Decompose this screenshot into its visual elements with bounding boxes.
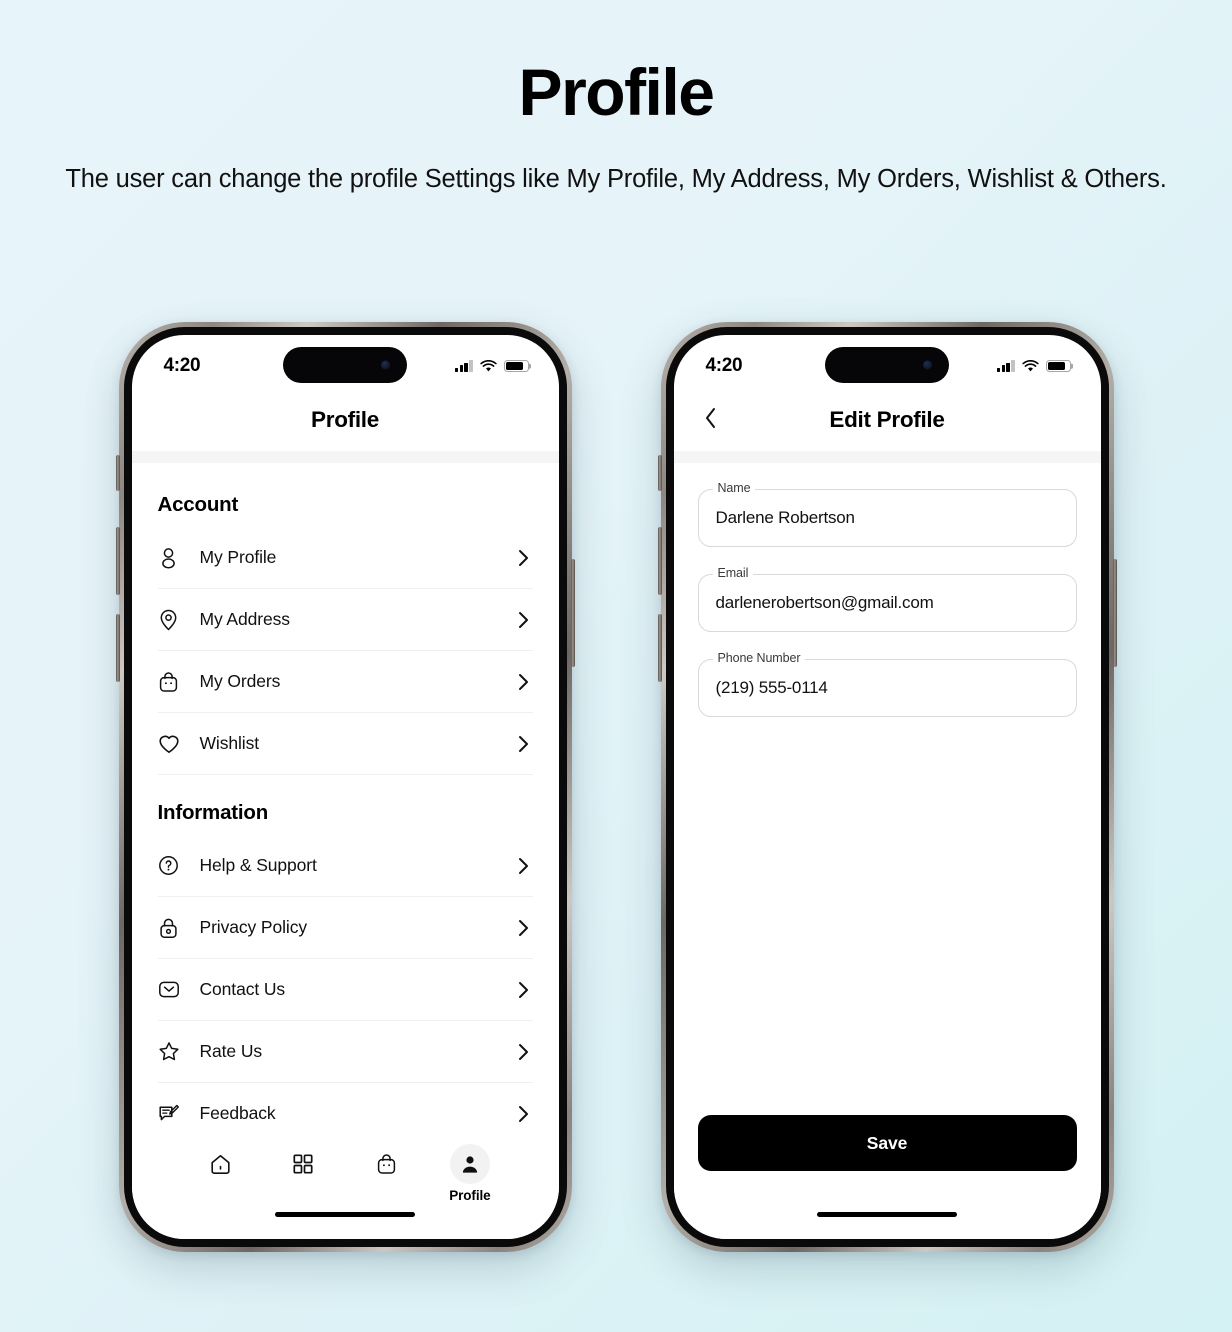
mute-switch[interactable] (115, 455, 120, 491)
power-button[interactable] (570, 559, 575, 667)
device-profile-screen: 4:20 Profile Account My Profile My Addre… (115, 322, 575, 1252)
settings-row-my-orders[interactable]: My Orders (157, 651, 533, 713)
volume-up-button[interactable] (115, 527, 120, 595)
settings-row-label: Privacy Policy (199, 917, 308, 937)
power-button[interactable] (1112, 559, 1117, 667)
settings-row-label: My Address (199, 609, 291, 629)
header-divider (131, 451, 559, 463)
home-indicator[interactable] (275, 1211, 415, 1217)
status-indicators (454, 359, 529, 373)
chevron-left-icon (704, 407, 717, 434)
categories-grid-icon (283, 1144, 323, 1184)
chevron-right-icon (515, 1043, 533, 1061)
settings-row-label: My Orders (199, 671, 281, 691)
tab-categories[interactable] (262, 1144, 345, 1188)
status-time: 4:20 (163, 355, 201, 376)
tab-cart[interactable] (345, 1144, 428, 1188)
save-button[interactable]: Save (697, 1115, 1077, 1171)
location-pin-icon (158, 609, 188, 631)
status-bar: 4:20 (132, 335, 559, 389)
name-field[interactable]: Name Darlene Robertson (697, 482, 1077, 547)
device-edit-profile-screen: 4:20 Edit Profile Name Darlene Robertson… (657, 322, 1117, 1252)
settings-row-label: Wishlist (199, 733, 260, 753)
chevron-right-icon (515, 611, 533, 629)
settings-row-rate-us[interactable]: Rate Us (157, 1021, 533, 1083)
settings-row-label: Rate Us (199, 1041, 263, 1061)
tab-profile[interactable]: Profile (428, 1144, 511, 1203)
status-bar: 4:20 (674, 335, 1101, 389)
page-header: Profile The user can change the profile … (0, 0, 1232, 201)
battery-icon (503, 359, 529, 373)
phone-number-field-value: (219) 555-0114 (715, 678, 828, 697)
wifi-icon (1021, 359, 1039, 371)
question-circle-icon (158, 855, 188, 876)
dynamic-island (825, 347, 949, 383)
section-heading-account: Account (157, 493, 239, 516)
chevron-right-icon (515, 981, 533, 999)
heart-icon (158, 733, 188, 755)
signal-bars-icon (454, 360, 473, 372)
tab-home[interactable] (179, 1144, 262, 1188)
email-field[interactable]: Email darlenerobertson@gmail.com (697, 567, 1077, 632)
phone-mockups: 4:20 Profile Account My Profile My Addre… (0, 322, 1232, 1252)
header-divider (673, 451, 1101, 463)
volume-down-button[interactable] (657, 614, 662, 682)
phone-number-field[interactable]: Phone Number (219) 555-0114 (697, 652, 1077, 717)
settings-row-label: Contact Us (199, 979, 286, 999)
nav-title: Profile (311, 407, 379, 432)
wifi-icon (479, 359, 497, 371)
star-icon (158, 1041, 188, 1062)
phone-screen-edit-profile: 4:20 Edit Profile Name Darlene Robertson… (673, 335, 1101, 1239)
person-filled-icon (449, 1144, 490, 1184)
settings-row-my-profile[interactable]: My Profile (157, 527, 533, 589)
chevron-right-icon (515, 857, 533, 875)
back-button[interactable] (694, 403, 728, 437)
status-time: 4:20 (705, 355, 743, 376)
settings-row-my-address[interactable]: My Address (157, 589, 533, 651)
page-subtitle: The user can change the profile Settings… (65, 165, 1167, 194)
feedback-message-icon (158, 1103, 188, 1124)
signal-bars-icon (996, 360, 1015, 372)
volume-up-button[interactable] (657, 527, 662, 595)
settings-row-wishlist[interactable]: Wishlist (157, 713, 533, 775)
shopping-bag-icon (367, 1144, 407, 1184)
home-icon (200, 1144, 240, 1184)
settings-row-help-support[interactable]: Help & Support (157, 835, 533, 897)
status-indicators (996, 359, 1071, 373)
chevron-right-icon (515, 919, 533, 937)
nav-title: Edit Profile (829, 407, 945, 432)
phone-number-field-label: Phone Number (712, 652, 806, 665)
home-indicator[interactable] (817, 1211, 957, 1217)
edit-profile-form: Name Darlene Robertson Email darlenerobe… (673, 463, 1101, 1239)
chevron-right-icon (515, 673, 533, 691)
volume-down-button[interactable] (115, 614, 120, 682)
battery-icon (1045, 359, 1071, 373)
dynamic-island (283, 347, 407, 383)
settings-row-label: Help & Support (199, 855, 317, 875)
envelope-icon (158, 980, 188, 999)
phone-screen-profile: 4:20 Profile Account My Profile My Addre… (131, 335, 559, 1239)
settings-row-contact-us[interactable]: Contact Us (157, 959, 533, 1021)
chevron-right-icon (515, 1105, 533, 1123)
user-icon (158, 547, 188, 569)
profile-settings-list: Account My Profile My Address My Orders … (131, 463, 559, 1239)
name-field-label: Name (712, 482, 756, 495)
settings-row-label: My Profile (199, 547, 277, 567)
tab-label: Profile (449, 1188, 491, 1203)
chevron-right-icon (515, 735, 533, 753)
email-field-label: Email (712, 567, 754, 580)
name-field-value: Darlene Robertson (715, 508, 855, 527)
mute-switch[interactable] (657, 455, 662, 491)
email-field-value: darlenerobertson@gmail.com (715, 593, 934, 612)
settings-row-label: Feedback (199, 1103, 276, 1123)
section-heading-information: Information (157, 801, 269, 824)
nav-bar-profile: Profile (131, 389, 559, 451)
settings-row-privacy-policy[interactable]: Privacy Policy (157, 897, 533, 959)
shopping-bag-icon (158, 671, 188, 693)
chevron-right-icon (515, 549, 533, 567)
nav-bar-edit-profile: Edit Profile (673, 389, 1101, 451)
page-title: Profile (518, 55, 715, 129)
lock-icon (158, 917, 188, 939)
